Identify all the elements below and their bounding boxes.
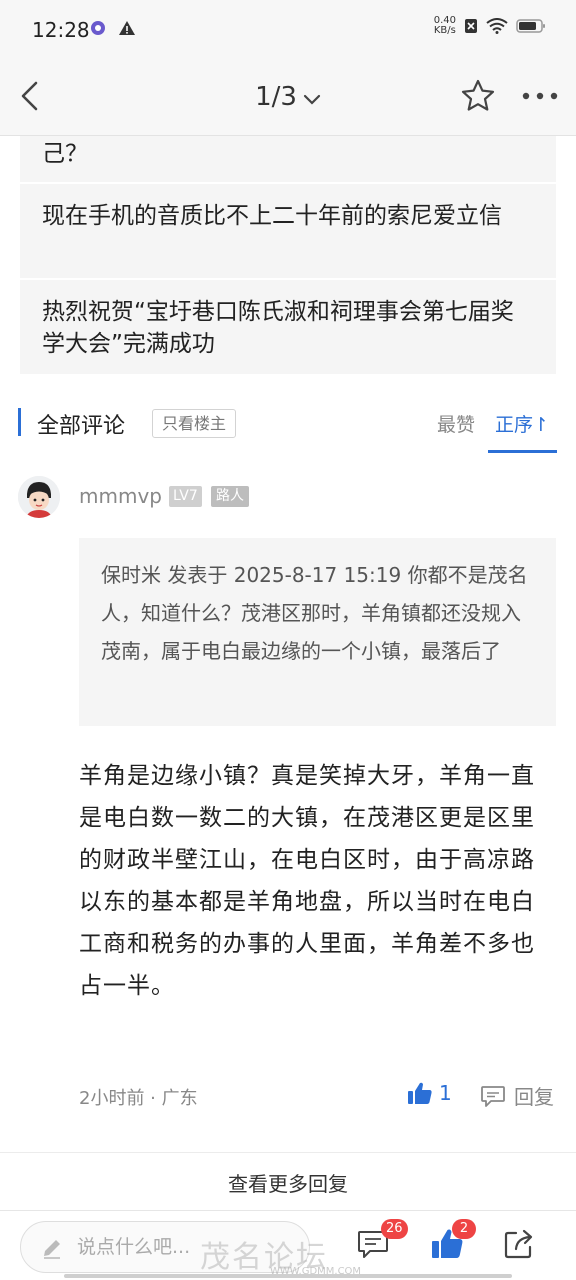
thumbs-up-icon [408, 1082, 432, 1104]
status-time: 12:28 [32, 18, 90, 42]
quoted-post: 保时米 发表于 2025-8-17 15:19 你都不是茂名人，知道什么？茂港区… [79, 538, 556, 726]
comments-title: 全部评论 [37, 414, 126, 439]
owner-only-button[interactable]: 只看楼主 [152, 409, 237, 438]
home-indicator [64, 1274, 512, 1278]
related-threads-list: 己？ 现在手机的音质比不上二十年前的索尼爱立信 热烈祝贺“宝圩巷口陈氏淑和祠理事… [20, 136, 556, 376]
like-count: 1 [439, 1081, 452, 1105]
comments-header: 全部评论 只看楼主 最赞 正序↾ [0, 400, 576, 454]
nav-bar: 1/3 [0, 58, 576, 136]
chevron-down-icon [303, 94, 321, 105]
avatar[interactable] [18, 476, 60, 518]
pen-icon [44, 1240, 60, 1259]
sort-most-liked-tab[interactable]: 最赞 [437, 410, 475, 437]
related-thread-item[interactable]: 现在手机的音质比不上二十年前的索尼爱立信 [20, 184, 556, 280]
level-badge: LV7 [169, 486, 202, 507]
comment-count-badge: 26 [381, 1219, 408, 1239]
like-button[interactable]: 1 [407, 1081, 452, 1105]
related-thread-item[interactable]: 热烈祝贺“宝圩巷口陈氏淑和祠理事会第七届奖学大会”完满成功 [20, 280, 556, 376]
avatar-image [18, 476, 60, 518]
reply-icon [481, 1085, 505, 1107]
reply-label: 回复 [514, 1085, 554, 1109]
star-icon[interactable] [460, 78, 496, 114]
page-indicator: 1/3 [255, 82, 297, 112]
view-more-replies-button[interactable]: 查看更多回复 [0, 1168, 576, 1197]
status-notification-icons [90, 20, 136, 36]
like-count-badge: 2 [452, 1219, 476, 1239]
active-tab-underline [488, 450, 557, 453]
network-speed: 0.40 KB/s [434, 16, 456, 36]
status-bar: 12:28 0.40 KB/s [0, 0, 576, 58]
more-icon[interactable] [520, 88, 560, 104]
app-notification-icon [91, 21, 105, 35]
status-right-icons: 0.40 KB/s [434, 16, 546, 36]
wifi-icon [486, 18, 508, 34]
battery-icon [516, 19, 545, 33]
comment-body: 羊角是边缘小镇？真是笑掉大牙，羊角一直是电白数一数二的大镇，在茂港区更是区里的财… [79, 763, 535, 999]
warning-icon [119, 21, 135, 35]
network-speed-unit: KB/s [433, 25, 456, 36]
divider [0, 1152, 576, 1153]
share-icon[interactable] [502, 1227, 536, 1261]
comment-username[interactable]: mmmvp [79, 484, 162, 508]
role-badge: 路人 [211, 486, 249, 507]
sort-chronological-tab[interactable]: 正序↾ [495, 410, 549, 437]
sim-off-icon [465, 19, 477, 33]
comment-meta: 2小时前 · 广东 [79, 1088, 198, 1109]
related-thread-item[interactable]: 己？ [20, 136, 556, 184]
reply-button[interactable]: 回复 [480, 1081, 554, 1110]
section-accent-bar [18, 408, 21, 436]
